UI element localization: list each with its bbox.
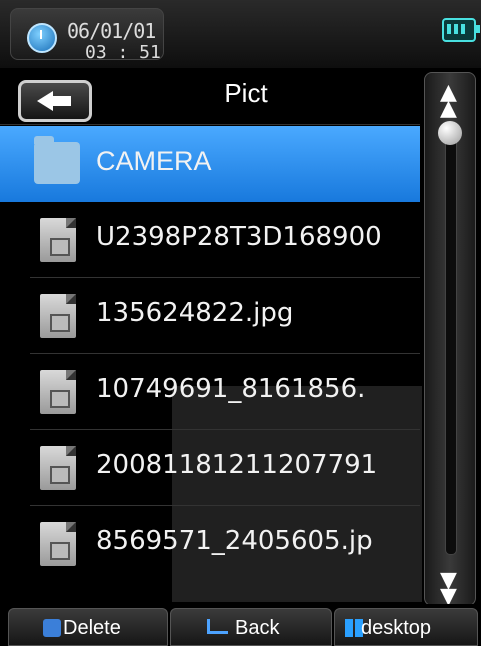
list-item[interactable]: 20081181211207791: [0, 430, 420, 506]
list-item-label: 10749691_8161856.: [96, 374, 366, 404]
desktop-label: desktop: [361, 617, 432, 639]
list-item-label: CAMERA: [96, 146, 212, 176]
list-item-label: 20081181211207791: [96, 450, 378, 480]
list-item[interactable]: U2398P28T3D168900: [0, 202, 420, 278]
page-title: Pict: [224, 78, 268, 108]
clock-widget: 06/01/01 03 : 51: [10, 8, 164, 63]
image-file-icon: [40, 218, 76, 262]
file-list: CAMERA U2398P28T3D168900 135624822.jpg 1…: [0, 126, 420, 602]
image-file-icon: [40, 370, 76, 414]
scrollbar[interactable]: ▲ ▲ ▼ ▼: [424, 72, 476, 608]
list-item-label: 135624822.jpg: [96, 298, 294, 328]
desktop-button[interactable]: desktop: [334, 608, 478, 646]
delete-label: Delete: [63, 617, 121, 639]
scroll-down-icon[interactable]: ▼ ▼: [440, 570, 457, 608]
scroll-up-icon[interactable]: ▲ ▲: [440, 82, 457, 120]
trash-icon: [43, 619, 61, 637]
list-item-label: U2398P28T3D168900: [96, 222, 382, 252]
return-arrow-icon: [207, 619, 228, 634]
scroll-track[interactable]: [445, 133, 457, 555]
status-bar: 06/01/01 03 : 51: [0, 0, 481, 68]
image-file-icon: [40, 446, 76, 490]
bottom-toolbar: Delete Back desktop: [0, 604, 481, 646]
list-item[interactable]: 135624822.jpg: [0, 278, 420, 354]
list-item[interactable]: 10749691_8161856.: [0, 354, 420, 430]
image-file-icon: [40, 522, 76, 566]
image-file-icon: [40, 294, 76, 338]
delete-button[interactable]: Delete: [8, 608, 168, 646]
back-label: Back: [235, 617, 280, 639]
scroll-thumb[interactable]: [438, 121, 462, 145]
battery-icon: [442, 18, 480, 42]
clock-icon: [27, 23, 57, 53]
list-item[interactable]: 8569571_2405605.jp: [0, 506, 420, 582]
back-button[interactable]: Back: [170, 608, 332, 646]
time-text: 03 : 51: [85, 42, 161, 63]
back-arrow-button[interactable]: [18, 80, 92, 122]
date-text: 06/01/01: [67, 19, 156, 43]
list-item-folder-camera[interactable]: CAMERA: [0, 126, 420, 202]
folder-icon: [34, 136, 80, 184]
list-item-label: 8569571_2405605.jp: [96, 526, 373, 556]
